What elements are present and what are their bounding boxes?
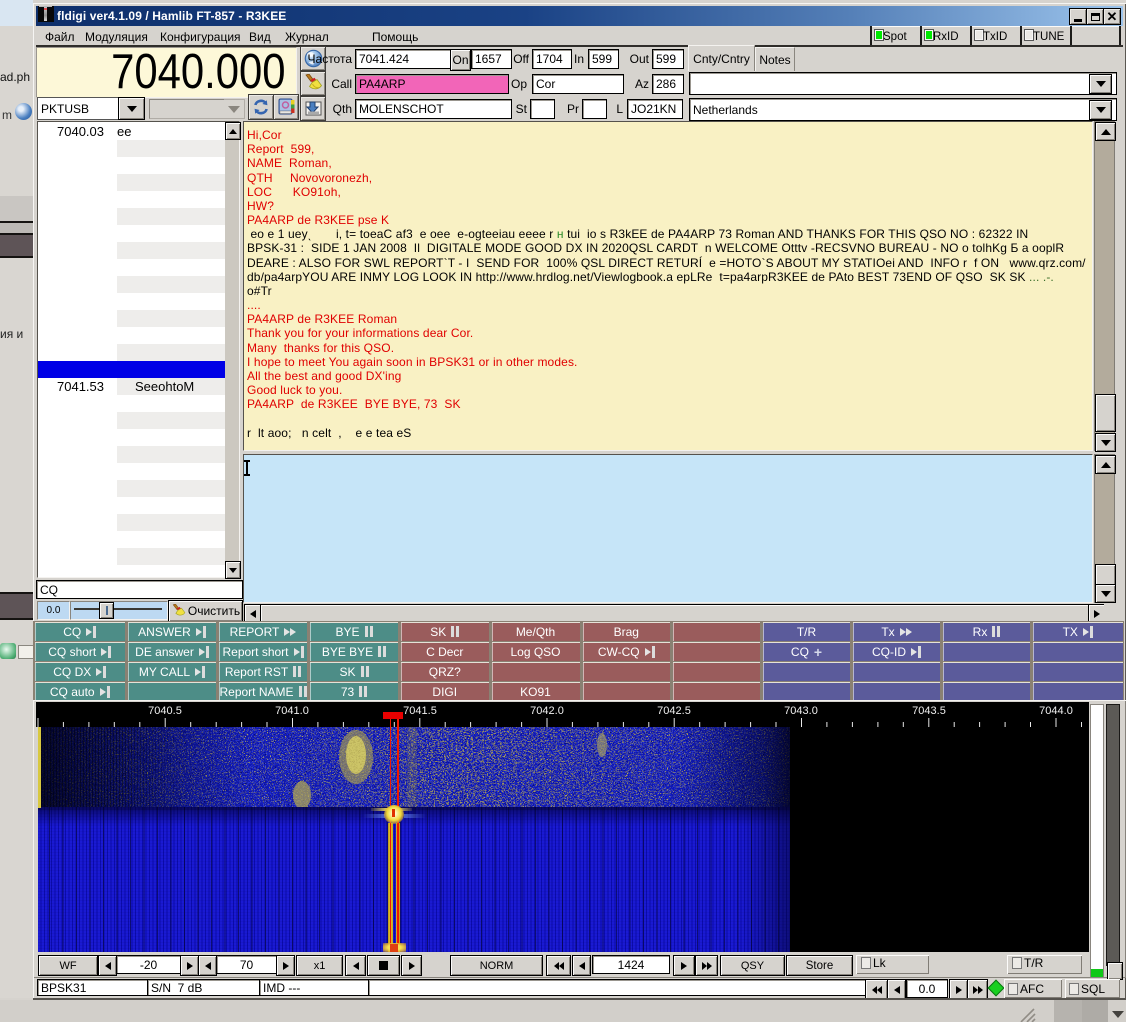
svg-text:7041.5: 7041.5 <box>403 705 437 717</box>
svg-text:7040.5: 7040.5 <box>148 705 182 717</box>
svg-text:7042.0: 7042.0 <box>530 705 564 717</box>
svg-text:7044.0: 7044.0 <box>1039 705 1073 717</box>
svg-text:7041.0: 7041.0 <box>275 705 309 717</box>
svg-text:7043.5: 7043.5 <box>912 705 946 717</box>
svg-text:7043.0: 7043.0 <box>784 705 818 717</box>
svg-text:7042.5: 7042.5 <box>657 705 691 717</box>
